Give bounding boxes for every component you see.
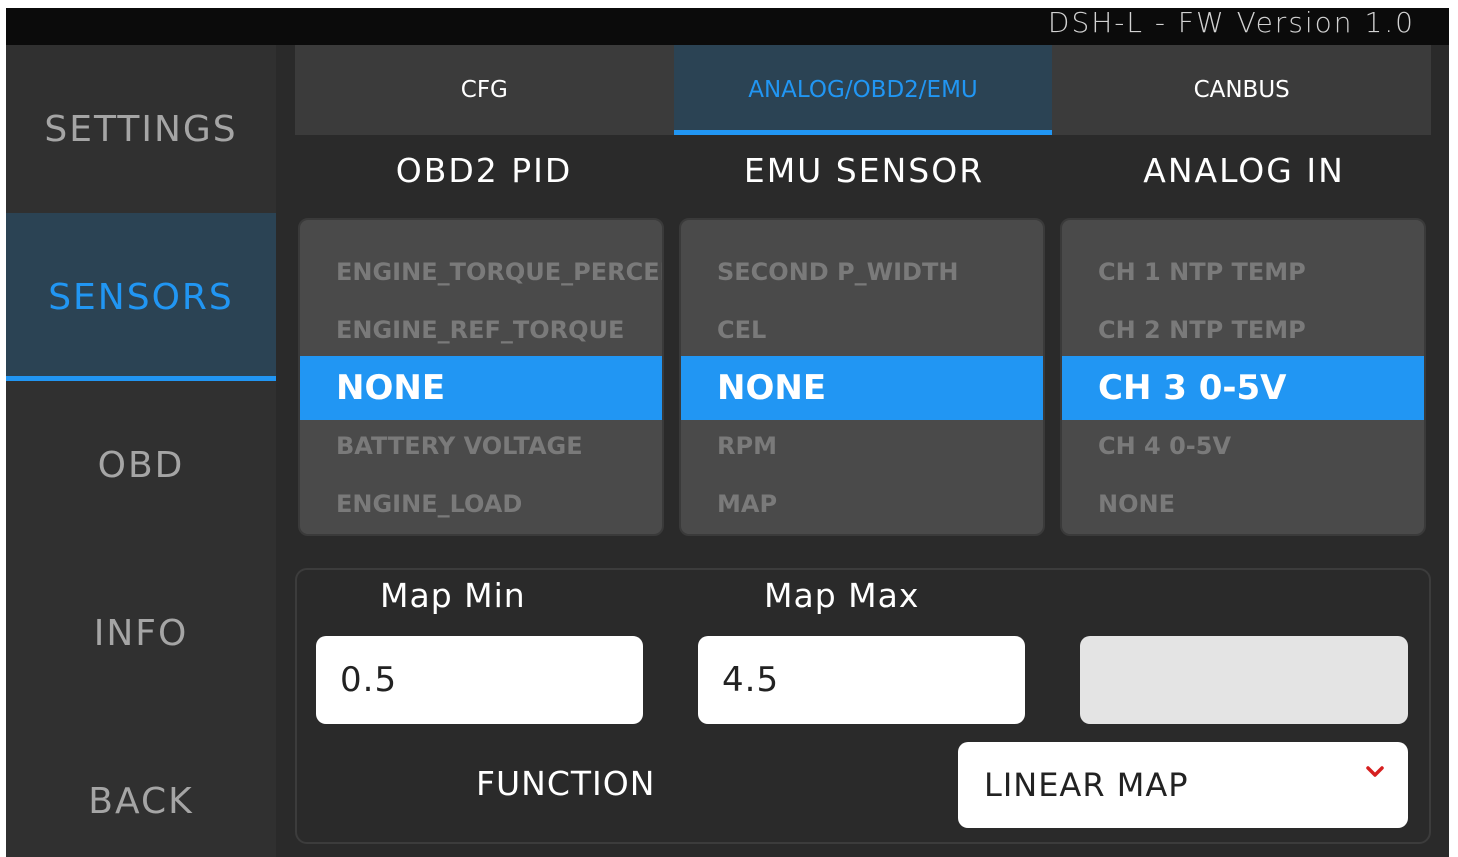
sidebar-item-back[interactable]: BACK xyxy=(6,717,276,857)
roller-option[interactable]: CEL xyxy=(681,301,1043,359)
tab-bar: CFG ANALOG/OBD2/EMU CANBUS xyxy=(295,45,1431,135)
sidebar-item-sensors[interactable]: SENSORS xyxy=(6,213,276,381)
roller-option[interactable]: MAP xyxy=(681,475,1043,533)
roller-option[interactable]: SECOND P_WIDTH xyxy=(681,243,1043,301)
roller-option[interactable]: ENGINE_LOAD xyxy=(300,475,662,533)
map-min-label: Map Min xyxy=(380,576,526,615)
function-dropdown-value: LINEAR MAP xyxy=(984,766,1189,804)
emu-sensor-heading: EMU SENSOR xyxy=(743,151,985,190)
map-max-input[interactable]: 4.5 xyxy=(698,636,1025,724)
roller-option[interactable]: NONE xyxy=(1062,475,1424,533)
sidebar-item-obd[interactable]: OBD xyxy=(6,381,276,549)
roller-option[interactable]: ENGINE_TORQUE_PERCENT xyxy=(300,243,662,301)
analog-in-heading: ANALOG IN xyxy=(1143,151,1345,190)
function-label: FUNCTION xyxy=(476,764,656,803)
roller-option[interactable]: RPM xyxy=(681,417,1043,475)
roller-option[interactable]: ENGINE_REF_TORQUE xyxy=(300,301,662,359)
roller-option-selected[interactable]: NONE xyxy=(300,356,662,420)
sidebar-item-settings[interactable]: SETTINGS xyxy=(6,45,276,213)
map-max-label: Map Max xyxy=(764,576,920,615)
chevron-down-icon xyxy=(1366,766,1384,777)
roller-option[interactable]: CH 4 0-5V xyxy=(1062,417,1424,475)
sidebar-item-info[interactable]: INFO xyxy=(6,549,276,717)
obd2-pid-heading: OBD2 PID xyxy=(395,151,573,190)
roller-option-selected[interactable]: CH 3 0-5V xyxy=(1062,356,1424,420)
roller-option-selected[interactable]: NONE xyxy=(681,356,1043,420)
roller-option[interactable]: CH 1 NTP TEMP xyxy=(1062,243,1424,301)
roller-option[interactable]: CH 2 NTP TEMP xyxy=(1062,301,1424,359)
sidebar: SETTINGS SENSORS OBD INFO BACK xyxy=(6,45,276,857)
roller-option[interactable]: BATTERY VOLTAGE xyxy=(300,417,662,475)
firmware-version: DSH-L - FW Version 1.0 xyxy=(1047,8,1415,39)
third-value-input[interactable] xyxy=(1080,636,1408,724)
obd2-pid-roller[interactable]: ENGINE_TORQUE_PERCENT ENGINE_REF_TORQUE … xyxy=(298,218,664,536)
tab-cfg[interactable]: CFG xyxy=(295,45,674,135)
top-bar: DSH-L - FW Version 1.0 xyxy=(6,8,1449,45)
tab-analog-obd2-emu[interactable]: ANALOG/OBD2/EMU xyxy=(673,45,1053,135)
analog-in-roller[interactable]: CH 1 NTP TEMP CH 2 NTP TEMP CH 3 0-5V CH… xyxy=(1060,218,1426,536)
device-screen: DSH-L - FW Version 1.0 SETTINGS SENSORS … xyxy=(6,8,1449,857)
tab-canbus[interactable]: CANBUS xyxy=(1052,45,1431,135)
function-dropdown[interactable]: LINEAR MAP xyxy=(958,742,1408,828)
map-min-input[interactable]: 0.5 xyxy=(316,636,643,724)
emu-sensor-roller[interactable]: SECOND P_WIDTH CEL NONE RPM MAP xyxy=(679,218,1045,536)
